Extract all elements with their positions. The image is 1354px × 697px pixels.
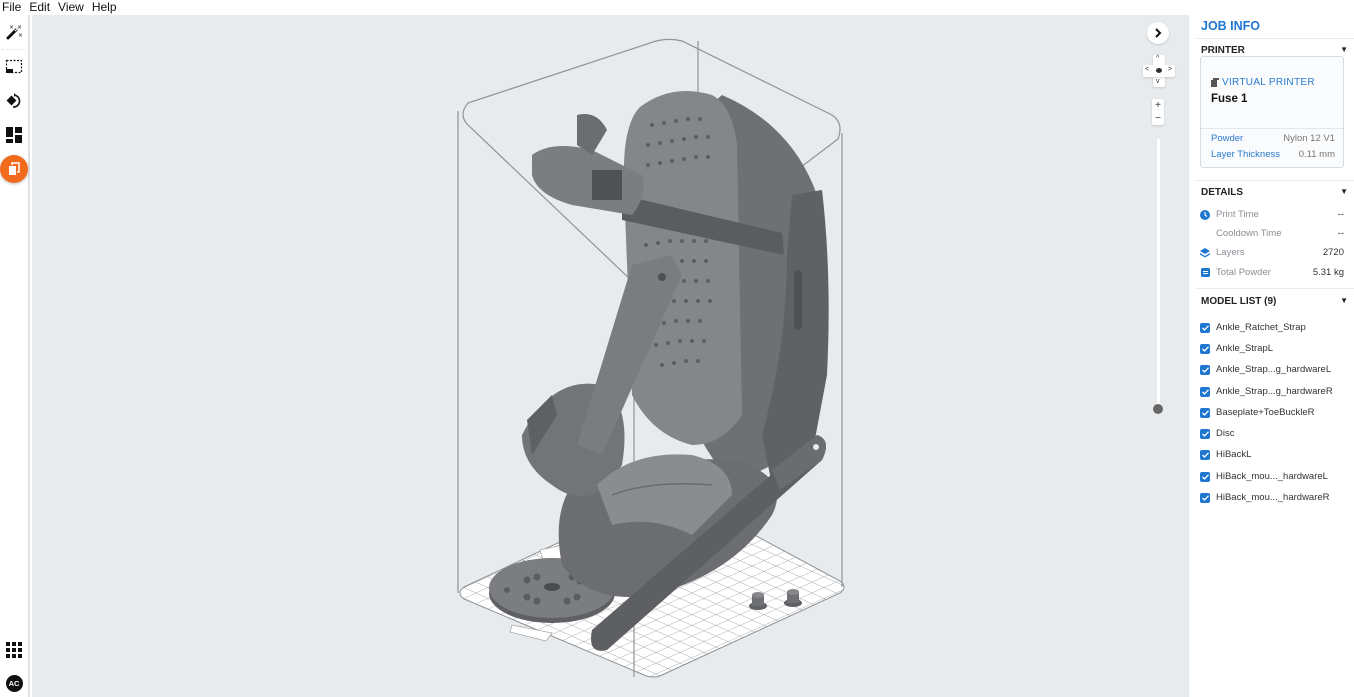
checkbox[interactable] [1200, 322, 1210, 333]
menu-edit[interactable]: Edit [27, 0, 56, 15]
svg-text:×: × [18, 32, 23, 39]
svg-text:×: × [17, 24, 22, 31]
caret-down-icon[interactable]: ▼ [1340, 45, 1348, 56]
model-list-item[interactable]: HiBack_mou..._hardwareR [1200, 492, 1348, 503]
printer-section-header[interactable]: PRINTER ▼ [1201, 45, 1348, 56]
account-button[interactable]: AC [0, 669, 28, 697]
clock-icon [1200, 209, 1210, 220]
checkbox[interactable] [1200, 492, 1210, 503]
panel-title: JOB INFO [1201, 19, 1261, 33]
checkbox[interactable] [1200, 428, 1210, 439]
menu-file[interactable]: File [0, 0, 27, 15]
layer-slider-handle[interactable] [1153, 404, 1163, 414]
checkbox[interactable] [1200, 449, 1210, 460]
caret-down-icon[interactable]: ▼ [1340, 296, 1348, 307]
model-list-item[interactable]: HiBackL [1200, 449, 1348, 460]
pan-control[interactable]: ^ v < > [1143, 55, 1175, 87]
dashboard-layout-icon [6, 127, 22, 143]
powder-icon [1200, 268, 1210, 277]
checkmark-icon [1201, 430, 1209, 437]
orient-button[interactable] [0, 87, 28, 115]
auto-layout-button[interactable]: × × × [0, 18, 28, 46]
checkmark-icon [1201, 451, 1209, 458]
checkmark-icon [1201, 345, 1209, 352]
left-toolbar: × × × AC [0, 15, 30, 697]
virtual-printer-label: VIRTUAL PRINTER [1211, 77, 1315, 88]
model-list-item[interactable]: Ankle_StrapL [1200, 343, 1348, 354]
apps-grid-icon [6, 642, 22, 658]
model-list-item[interactable]: Ankle_Strap...g_hardwareL [1200, 364, 1348, 375]
menu-help[interactable]: Help [90, 0, 123, 15]
checkbox[interactable] [1200, 364, 1210, 375]
view-eye-icon[interactable] [1156, 68, 1162, 73]
layer-slider-track[interactable] [1157, 139, 1160, 409]
collapse-panel-button[interactable] [1147, 22, 1169, 44]
orient-icon [6, 93, 21, 108]
checkbox[interactable] [1200, 343, 1210, 354]
checkmark-icon [1201, 494, 1209, 501]
select-button[interactable] [0, 53, 28, 81]
powder-row: Powder Nylon 12 V1 [1211, 133, 1335, 144]
checkmark-icon [1201, 473, 1209, 480]
zoom-out-button[interactable]: − [1152, 112, 1164, 125]
magic-wand-icon: × × × [6, 24, 23, 40]
layers-row: Layers 2720 [1200, 247, 1344, 258]
menu-bar: File Edit View Help [0, 0, 1354, 15]
layers-icon [1200, 247, 1210, 257]
divider [1195, 180, 1354, 181]
selection-box-icon [5, 59, 23, 74]
cooldown-time-row: Cooldown Time -- [1216, 228, 1344, 239]
checkmark-icon [1201, 324, 1209, 331]
checkbox[interactable] [1200, 386, 1210, 397]
job-info-panel: JOB INFO PRINTER ▼ VIRTUAL PRINTER Fuse … [1188, 15, 1354, 697]
model-list-item[interactable]: Ankle_Ratchet_Strap [1200, 322, 1348, 333]
account-avatar: AC [5, 674, 23, 692]
printer-card[interactable]: VIRTUAL PRINTER Fuse 1 Powder Nylon 12 V… [1200, 56, 1344, 168]
build-scene[interactable] [32, 15, 1188, 697]
checkmark-icon [1201, 409, 1209, 416]
model-list-item[interactable]: Baseplate+ToeBuckleR [1200, 407, 1348, 418]
layout-button[interactable] [0, 121, 28, 149]
total-powder-row: Total Powder 5.31 kg [1200, 267, 1344, 278]
caret-down-icon[interactable]: ▼ [1340, 187, 1348, 198]
checkmark-icon [1201, 388, 1209, 395]
print-time-row: Print Time -- [1200, 209, 1344, 220]
printer-name: Fuse 1 [1211, 93, 1248, 105]
pan-left-icon[interactable]: < [1145, 66, 1149, 73]
checkbox[interactable] [1200, 471, 1210, 482]
pan-down-icon[interactable]: v [1156, 78, 1160, 85]
apps-button[interactable] [0, 636, 28, 664]
pan-up-icon[interactable]: ^ [1156, 55, 1159, 62]
3d-viewport[interactable]: ^ v < > + − [32, 15, 1188, 697]
pan-right-icon[interactable]: > [1168, 66, 1172, 73]
model-list-section-header[interactable]: MODEL LIST (9) ▼ [1201, 296, 1348, 307]
menu-view[interactable]: View [56, 0, 90, 15]
checkmark-icon [1201, 366, 1209, 373]
zoom-in-button[interactable]: + [1152, 99, 1164, 112]
card-divider [1201, 128, 1343, 129]
toolbar-divider [2, 49, 26, 50]
chevron-right-icon [1155, 28, 1162, 38]
divider [1195, 38, 1354, 39]
checkbox[interactable] [1200, 407, 1210, 418]
print-button[interactable] [0, 155, 28, 183]
model-list-item[interactable]: Ankle_Strap...g_hardwareR [1200, 386, 1348, 397]
printer-icon [1211, 78, 1219, 87]
zoom-control: + − [1152, 99, 1164, 125]
divider [1195, 288, 1354, 289]
print-job-icon [9, 162, 20, 175]
model-list-item[interactable]: HiBack_mou..._hardwareL [1200, 471, 1348, 482]
layer-thickness-row: Layer Thickness 0.11 mm [1211, 149, 1335, 160]
model-list-item[interactable]: Disc [1200, 428, 1348, 439]
details-section-header[interactable]: DETAILS ▼ [1201, 187, 1348, 198]
svg-text:×: × [9, 24, 14, 31]
